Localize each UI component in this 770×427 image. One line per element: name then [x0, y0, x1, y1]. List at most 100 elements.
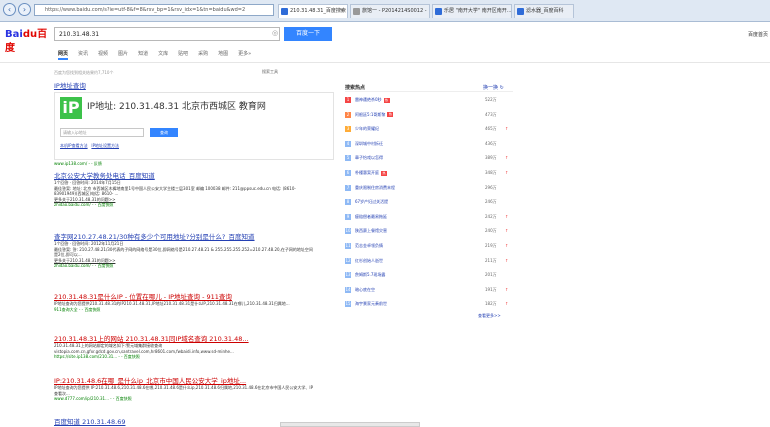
search-tabs: 网页 资讯 视频 图片 知道 文库 贴吧 采购 地图 更多» — [58, 50, 251, 60]
hotlist-item[interactable]: 5 章子怡戏以怎得 389万 ↑ — [345, 152, 513, 163]
result-title-partial[interactable]: 百度知道 210.31.48.69 — [54, 418, 125, 426]
hotlist-count: 201万 — [485, 272, 497, 278]
tab-favicon-icon — [517, 8, 524, 15]
forward-icon[interactable]: › — [18, 3, 31, 16]
tab-label: 旅馆一 - P2014214S0012 - — [362, 8, 427, 14]
hotlist-keyword-wrap: 深圳城中村拆迁 — [355, 138, 383, 149]
hotlist-item[interactable]: 1 雷神遭绝杀0秒热 522万 — [345, 94, 513, 105]
hotlist-item[interactable]: 8 67岁产妇过关活提 246万 — [345, 196, 513, 207]
baidu-logo[interactable]: Baidu百度 — [5, 28, 49, 54]
search-button[interactable]: 百度一下 — [284, 27, 332, 41]
result-item: 210.31.48.31是什么IP - 位置在哪儿 - IP地址查询 - 911… — [54, 293, 314, 313]
hotlist-keyword[interactable]: 67岁产妇过关活提 — [355, 199, 388, 204]
hotlist-item[interactable]: 3 少年的荣耀纪 465万 ↑ — [345, 123, 513, 134]
result-url[interactable]: zhidao.baidu.com/ - - 百度快照 — [54, 202, 314, 208]
hotlist-rank: 5 — [345, 155, 351, 162]
hotlist-keyword[interactable]: 重庆限制住房消费末程 — [355, 185, 395, 190]
result-url[interactable]: zhidao.baidu.com/ - - 百度快照 — [54, 263, 314, 269]
hotlist-keyword[interactable]: 章子怡戏以怎得 — [355, 155, 383, 160]
hotlist-keyword[interactable]: 深圳城中村拆迁 — [355, 141, 383, 146]
home-link[interactable]: 百度首页 — [748, 31, 768, 38]
hotlist-refresh-button[interactable]: 换一换 ↻ — [483, 84, 504, 91]
hotlist-keyword[interactable]: 红杉创始人逝世 — [355, 258, 383, 263]
hotlist-item[interactable]: 9 瘦赔偿者最易拖延 242万 ↑ — [345, 211, 513, 222]
result-item: 北京公安大学教务处电话_百度知道 1个回答 · 回答时间: 2014年7月15日… — [54, 172, 314, 208]
horizontal-scrollbar[interactable] — [280, 422, 420, 427]
result-url[interactable]: 911查询大全 - - 百度快照 — [54, 307, 314, 313]
hotlist-item[interactable]: 10 陕西赛上餐馆灾害 240万 ↑ — [345, 225, 513, 236]
hotlist-item[interactable]: 15 海宇景家元奏前世 182万 ↑ — [345, 298, 513, 309]
result-url[interactable]: www.d777.com/ip/210.31... - - 百度快照 — [54, 396, 314, 402]
hotlist-keyword[interactable]: 朴槿惠案开庭 — [355, 170, 379, 175]
tab-purchase[interactable]: 采购 — [198, 50, 208, 60]
hotlist-item[interactable]: 12 红杉创始人逝世 211万 ↑ — [345, 255, 513, 266]
hotlist-count: 211万 — [485, 257, 497, 263]
tab[interactable]: 滤水器_百度百科 — [514, 4, 574, 18]
tab-label: 滤水器_百度百科 — [526, 8, 564, 14]
ip-input[interactable]: 请输入ip地址 — [60, 128, 144, 137]
ipcard-url[interactable]: www.ip138.com/ - - 反馈 — [54, 161, 102, 167]
hotlist-rank: 8 — [345, 199, 351, 206]
hotlist-item[interactable]: 13 詹姆斯5.7现场露 201万 — [345, 269, 513, 280]
result-title[interactable]: 210.31.48.31是什么IP - 位置在哪儿 - IP地址查询 - 911… — [54, 293, 314, 301]
hotlist-keyword[interactable]: 阿根廷5:1哥斯黎 — [355, 112, 385, 117]
tab-images[interactable]: 图片 — [118, 50, 128, 60]
tab-tieba[interactable]: 贴吧 — [178, 50, 188, 60]
hotlist-more-link[interactable]: 查看更多>> — [478, 313, 501, 319]
result-title[interactable]: IP:210.31.48.6在哪_是什么ip_北京市中国人民公安大学_ip地址.… — [54, 377, 314, 385]
tab-map[interactable]: 地图 — [218, 50, 228, 60]
camera-icon[interactable]: ◎ — [272, 29, 278, 37]
tab-zhidao[interactable]: 知道 — [138, 50, 148, 60]
hotlist-keyword[interactable]: 詹姆斯5.7现场露 — [355, 272, 385, 277]
tab-label: 210.31.48.31_百度搜索 — [290, 8, 346, 14]
hotlist-keyword[interactable]: 范志金卓领负情 — [355, 243, 383, 248]
tab-active[interactable]: 210.31.48.31_百度搜索 × — [278, 4, 348, 18]
tab-web[interactable]: 网页 — [58, 50, 69, 60]
search-input[interactable]: 210.31.48.31 — [54, 27, 280, 41]
result-title[interactable]: 北京公安大学教务处电话_百度知道 — [54, 172, 314, 180]
hotlist-count: 473万 — [485, 111, 497, 117]
search-tools[interactable]: 搜索工具 — [262, 69, 278, 75]
hotlist-keyword[interactable]: 少年的荣耀纪 — [355, 126, 379, 131]
tab-more[interactable]: 更多» — [238, 50, 251, 60]
result-item: 210.31.48.31上的网站 210.31.48.31同IP域名查询 210… — [54, 335, 314, 360]
ip-settings-link[interactable]: IP地址设置方法 — [91, 143, 119, 148]
tab-video[interactable]: 视频 — [98, 50, 108, 60]
hotlist-keyword-wrap: 雷神遭绝杀0秒热 — [355, 94, 390, 105]
result-title[interactable]: 查字网210.27.48.21/30种有多少个可用地址?分别是什么?_百度知道 — [54, 233, 314, 241]
hotlist-keyword[interactable]: 海宇景家元奏前世 — [355, 301, 387, 306]
result-snippet: IP地址查询为您提供 IP:210.31.48.6,210.31.48.6在哪,… — [54, 385, 313, 396]
trend-up-icon: ↑ — [505, 243, 509, 248]
tab-news[interactable]: 资讯 — [78, 50, 88, 60]
hotlist-count: 191万 — [485, 286, 497, 292]
hotlist-item[interactable]: 2 阿根廷5:1哥斯黎热 473万 — [345, 109, 513, 120]
result-snippet: 210.31.48.31上的网站绑定的域名如下:警元域集群接收查询 vistop… — [54, 343, 234, 354]
ip-query-button[interactable]: 查询 — [150, 128, 178, 137]
hotlist-item[interactable]: 4 深圳城中村拆迁 436万 — [345, 138, 513, 149]
hotlist-keyword[interactable]: 陕西赛上餐馆灾害 — [355, 228, 387, 233]
browser-toolbar: ‹ › https://www.baidu.com/s?ie=utf-8&f=8… — [0, 0, 770, 22]
trend-up-icon: ↑ — [505, 257, 509, 263]
tab-wenku[interactable]: 文库 — [158, 50, 168, 60]
hotlist-count: 296万 — [485, 184, 497, 190]
hotlist-item[interactable]: 7 重庆限制住房消费末程 296万 — [345, 182, 513, 193]
back-icon[interactable]: ‹ — [3, 3, 16, 16]
hotlist-keyword-wrap: 67岁产妇过关活提 — [355, 196, 388, 207]
result-title[interactable]: 210.31.48.31上的网站 210.31.48.31同IP域名查询 210… — [54, 335, 314, 343]
hotlist-item[interactable]: 6 朴槿惠案开庭热 348万 ↑ — [345, 167, 513, 178]
close-tab-icon[interactable]: × — [340, 5, 344, 18]
hotlist-item[interactable]: 14 暗心底在空 191万 ↑ — [345, 284, 513, 295]
tab[interactable]: 旅馆一 - P2014214S0012 - — [350, 4, 430, 18]
hotlist-keyword[interactable]: 暗心底在空 — [355, 287, 375, 292]
hotlist-count: 436万 — [485, 140, 497, 146]
address-bar[interactable]: https://www.baidu.com/s?ie=utf-8&f=8&rsv… — [34, 4, 274, 16]
tab[interactable]: 乐居 "南开大学" 南开区南开... — [432, 4, 512, 18]
hotlist-keyword[interactable]: 雷神遭绝杀0秒 — [355, 97, 382, 102]
result-url[interactable]: https://site.ip138.com/210.31... - - 百度快… — [54, 354, 314, 360]
hotlist-rank: 7 — [345, 184, 351, 191]
hotlist-keyword[interactable]: 瘦赔偿者最易拖延 — [355, 214, 387, 219]
hotlist-item[interactable]: 11 范志金卓领负情 219万 ↑ — [345, 240, 513, 251]
hotlist-count: 389万 — [485, 155, 497, 161]
ipcard-heading[interactable]: IP地址查询 — [54, 82, 86, 90]
ip-help-link[interactable]: 本机IP查看方法 — [60, 143, 88, 148]
